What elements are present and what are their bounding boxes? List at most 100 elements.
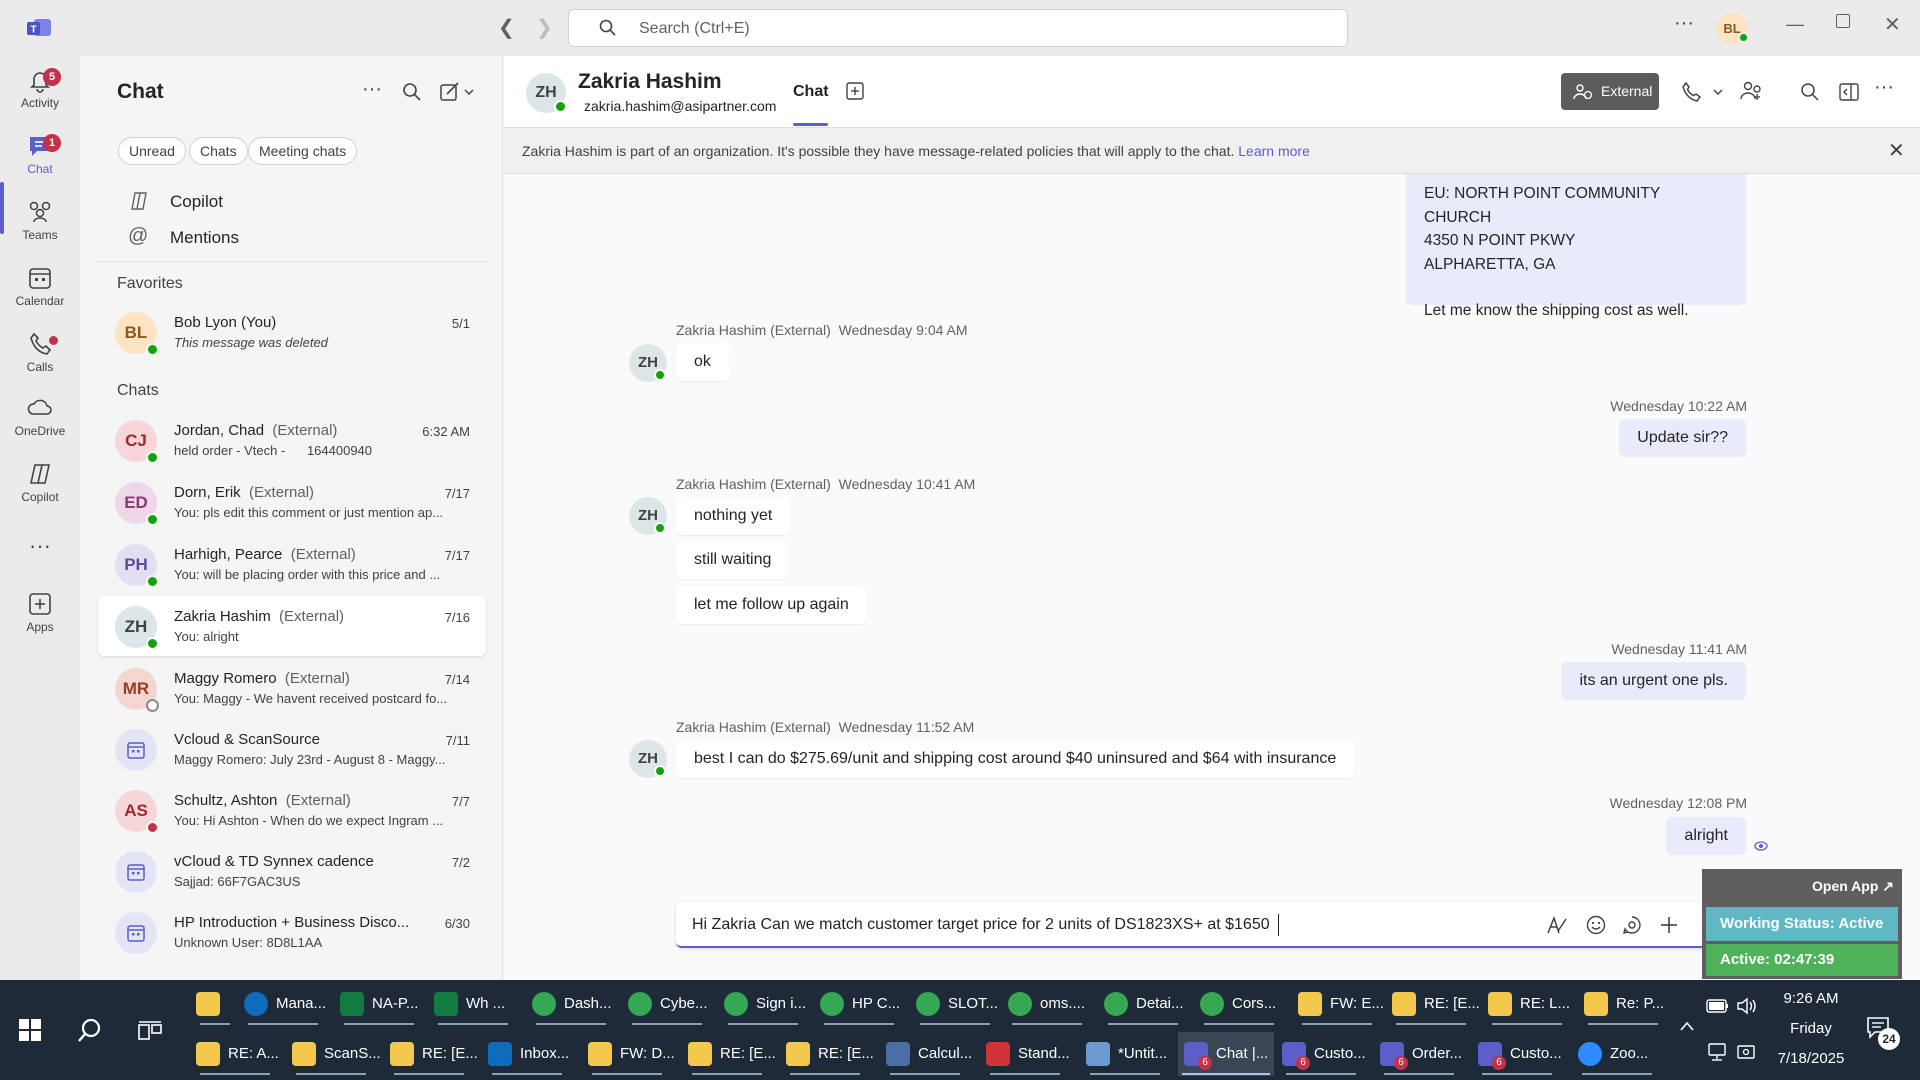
close-banner-icon[interactable]: ✕ — [1888, 138, 1905, 163]
back-arrow-icon[interactable]: ❮ — [498, 15, 515, 40]
taskbar-excel[interactable]: Wh ... — [434, 982, 520, 1026]
more-options-icon[interactable]: ··· — [362, 78, 382, 101]
taskbar-file-explorer[interactable] — [196, 982, 236, 1026]
chat-list-item[interactable]: HP Introduction + Business Disco... Unkn… — [98, 902, 486, 962]
chat-list-item[interactable]: Vcloud & ScanSource Maggy Romero: July 2… — [98, 719, 486, 779]
new-chat-icon[interactable] — [440, 82, 474, 102]
taskbar-zoom[interactable]: Zoo... — [1578, 1032, 1660, 1076]
taskbar-chrome[interactable]: Cors... — [1200, 982, 1288, 1026]
emoji-icon[interactable] — [1586, 915, 1606, 935]
network-icon[interactable] — [1706, 1042, 1728, 1062]
taskbar-chrome[interactable]: oms.... — [1008, 982, 1096, 1026]
taskbar-excel[interactable]: NA-P... — [340, 982, 426, 1026]
chat-list-item[interactable]: vCloud & TD Synnex cadence Sajjad: 66F7G… — [98, 841, 486, 901]
taskbar-chrome[interactable]: Sign i... — [724, 982, 812, 1026]
message-compose-box[interactable]: Hi Zakria Can we match customer target p… — [676, 902, 1746, 948]
search-box[interactable]: Search (Ctrl+E) — [568, 9, 1348, 47]
taskbar-chrome[interactable]: HP C... — [820, 982, 908, 1026]
taskbar-teams[interactable]: 6 Custo... — [1478, 1032, 1568, 1076]
taskbar-outlook-mail[interactable]: Re: P... — [1584, 982, 1672, 1026]
call-icon[interactable] — [1680, 81, 1702, 103]
taskbar-outlook-inbox[interactable]: Inbox... — [488, 1032, 576, 1076]
external-badge[interactable]: External — [1561, 73, 1659, 110]
taskbar-edge[interactable]: Mana... — [244, 982, 330, 1026]
more-options-icon[interactable]: ··· — [1874, 76, 1894, 99]
taskbar-outlook-mail[interactable]: ScanS... — [292, 1032, 381, 1076]
search-icon[interactable] — [402, 82, 422, 102]
chat-list-item-bob-lyon[interactable]: BL Bob Lyon (You) This message was delet… — [98, 302, 486, 362]
taskbar-outlook-mail[interactable]: FW: D... — [588, 1032, 676, 1076]
taskbar-chrome[interactable]: Dash... — [532, 982, 620, 1026]
taskbar-outlook-mail[interactable]: RE: [E... — [390, 1032, 478, 1076]
zoom-status-widget[interactable]: Open App ↗ Working Status: Active Active… — [1702, 869, 1902, 979]
taskbar-pdf[interactable]: Stand... — [986, 1032, 1074, 1076]
add-attachment-icon[interactable] — [1658, 914, 1680, 936]
rail-onedrive[interactable]: OneDrive — [0, 390, 80, 452]
nav-copilot[interactable]: Copilot — [98, 186, 486, 220]
taskbar-chrome[interactable]: SLOT... — [916, 982, 1004, 1026]
taskbar-teams-chat-active[interactable]: 6 Chat |... — [1178, 1032, 1274, 1076]
windows-start-icon[interactable] — [19, 1019, 41, 1041]
more-options-icon[interactable]: ··· — [1674, 12, 1694, 35]
clock-time[interactable]: 9:26 AM — [1766, 990, 1856, 1007]
taskbar-outlook-mail[interactable]: RE: A... — [196, 1032, 284, 1076]
chevron-down-icon[interactable] — [1712, 86, 1724, 98]
search-in-chat-icon[interactable] — [1800, 82, 1820, 102]
clock-day[interactable]: Friday — [1766, 1020, 1856, 1037]
rail-copilot[interactable]: Copilot — [0, 456, 80, 518]
taskbar-chrome[interactable]: Detai... — [1104, 982, 1192, 1026]
message-incoming[interactable]: still waiting — [676, 541, 790, 579]
taskbar-outlook-mail[interactable]: RE: [E... — [688, 1032, 776, 1076]
chat-list-item[interactable]: CJ Jordan, Chad (External) held order - … — [98, 410, 486, 470]
filter-meeting-chats[interactable]: Meeting chats — [248, 137, 358, 165]
message-outgoing[interactable]: alright — [1666, 817, 1746, 855]
filter-unread[interactable]: Unread — [118, 137, 186, 165]
chat-list-item-selected[interactable]: ZH Zakria Hashim (External) You: alright… — [98, 596, 486, 656]
task-view-icon[interactable] — [138, 1020, 162, 1042]
message-outgoing[interactable]: Update sir?? — [1619, 419, 1746, 457]
chat-list-item[interactable]: ED Dorn, Erik (External) You: pls edit t… — [98, 472, 486, 532]
taskbar-outlook-mail[interactable]: RE: [E... — [1392, 982, 1480, 1026]
chat-list-item[interactable]: AS Schultz, Ashton (External) You: Hi As… — [98, 780, 486, 840]
rail-more[interactable]: ··· — [0, 526, 80, 566]
taskbar-notepad[interactable]: *Untit... — [1086, 1032, 1174, 1076]
taskbar-outlook-mail[interactable]: RE: L... — [1488, 982, 1576, 1026]
search-icon[interactable] — [76, 1017, 104, 1045]
rail-calendar[interactable]: Calendar — [0, 260, 80, 322]
open-app-button[interactable]: Open App ↗ — [1812, 878, 1894, 895]
message-incoming[interactable]: ok — [676, 343, 729, 381]
message-outgoing[interactable]: its an urgent one pls. — [1561, 662, 1746, 700]
message-incoming[interactable]: let me follow up again — [676, 586, 867, 624]
message-incoming[interactable]: nothing yet — [676, 497, 791, 535]
chevron-up-icon[interactable] — [1679, 1020, 1695, 1032]
learn-more-link[interactable]: Learn more — [1238, 143, 1310, 159]
display-icon[interactable] — [1736, 1042, 1756, 1062]
rail-activity[interactable]: 5 Activity — [0, 62, 80, 124]
taskbar-teams[interactable]: 6 Order... — [1380, 1032, 1470, 1076]
taskbar-chrome[interactable]: Cybe... — [628, 982, 716, 1026]
close-window-icon[interactable]: ✕ — [1884, 12, 1901, 37]
rail-calls[interactable]: Calls — [0, 326, 80, 388]
rail-teams[interactable]: Teams — [0, 194, 80, 256]
rail-apps[interactable]: Apps — [0, 586, 80, 648]
tab-chat[interactable]: Chat — [793, 83, 829, 101]
add-tab-icon[interactable] — [846, 82, 864, 100]
maximize-icon[interactable] — [1836, 14, 1850, 28]
taskbar-outlook-mail[interactable]: FW: E... — [1298, 982, 1386, 1026]
format-text-icon[interactable] — [1546, 915, 1568, 935]
taskbar-outlook-mail[interactable]: RE: [E... — [786, 1032, 874, 1076]
chat-list-item[interactable]: PH Harhigh, Pearce (External) You: will … — [98, 534, 486, 594]
message-outgoing[interactable]: EU: NORTH POINT COMMUNITY CHURCH 4350 N … — [1406, 174, 1746, 319]
teams-logo-icon[interactable]: T — [26, 16, 52, 40]
clock-date[interactable]: 7/18/2025 — [1766, 1050, 1856, 1067]
side-panel-icon[interactable] — [1839, 82, 1859, 102]
loop-compose-icon[interactable] — [1622, 915, 1642, 935]
minimize-icon[interactable]: — — [1786, 14, 1804, 35]
volume-icon[interactable] — [1736, 996, 1758, 1016]
taskbar-teams[interactable]: 6 Custo... — [1282, 1032, 1372, 1076]
chat-list-item[interactable]: MR Maggy Romero (External) You: Maggy - … — [98, 658, 486, 718]
contact-name[interactable]: Zakria Hashim — [578, 70, 722, 94]
battery-icon[interactable] — [1706, 998, 1730, 1014]
message-incoming[interactable]: best I can do $275.69/unit and shipping … — [676, 740, 1355, 778]
nav-mentions[interactable]: @ Mentions — [98, 222, 486, 256]
